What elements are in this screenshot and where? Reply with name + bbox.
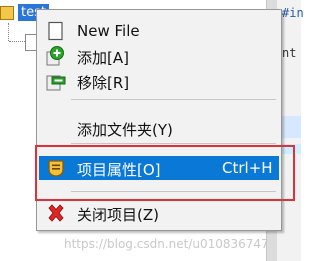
menu-separator bbox=[71, 143, 276, 144]
tree-connector-h bbox=[9, 41, 25, 42]
menu-separator bbox=[71, 99, 276, 100]
menu-item-label: 添加[A] bbox=[77, 49, 129, 67]
editor-text-line: nt bbox=[282, 46, 297, 60]
watermark-text: https://blog.csdn.net/u010836747 bbox=[64, 237, 269, 251]
editor-text-line: #in bbox=[282, 6, 304, 20]
menu-item-new-file[interactable]: New File bbox=[39, 19, 279, 43]
menu-item-close-project[interactable]: 关闭项目(Z) bbox=[39, 201, 279, 225]
menu-item-add-folder[interactable]: 添加文件夹(Y) bbox=[39, 116, 279, 140]
menu-item-label: 添加文件夹(Y) bbox=[77, 121, 173, 139]
menu-item-label: 移除[R] bbox=[77, 74, 130, 92]
project-tree[interactable]: test bbox=[0, 0, 49, 261]
menu-item-remove[interactable]: 移除[R] bbox=[39, 69, 279, 93]
remove-minus-icon bbox=[46, 75, 66, 91]
menu-item-add[interactable]: 添加[A] bbox=[39, 44, 279, 68]
menu-item-label: New File bbox=[77, 22, 140, 40]
project-folder-icon bbox=[0, 6, 14, 20]
add-green-plus-icon bbox=[46, 46, 64, 66]
tree-connector bbox=[8, 23, 10, 41]
menu-item-label: 关闭项目(Z) bbox=[77, 206, 159, 224]
annotation-highlight-box bbox=[35, 145, 295, 201]
red-x-icon bbox=[48, 204, 64, 222]
blank-file-icon bbox=[48, 21, 63, 41]
